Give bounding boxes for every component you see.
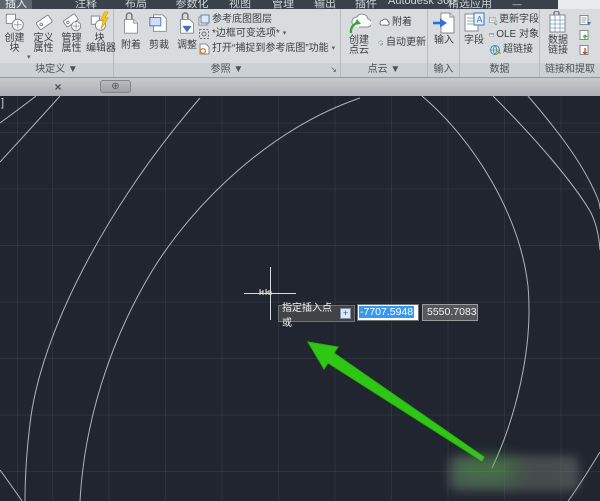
panel-point-cloud: 创建 点云 附着 自动更新 点云 ▼ bbox=[341, 9, 428, 77]
panel-reference: 附着 剪裁 调整 bbox=[114, 9, 341, 77]
panel-label-reference[interactable]: 参照 ▼ bbox=[114, 63, 340, 77]
upload-icon bbox=[579, 29, 591, 41]
frames-icon bbox=[198, 28, 210, 40]
new-tab-icon[interactable]: ⊕ bbox=[100, 80, 131, 93]
dialog-launcher-icon[interactable]: ↘ bbox=[330, 64, 337, 76]
ribbon-tab-bar: 插入 注释 布局 参数化 视图 管理 输出 插件 Autodesk 360 精选… bbox=[0, 0, 600, 9]
import-icon bbox=[432, 11, 456, 35]
adjust-icon bbox=[176, 12, 198, 36]
selected-coordinate-text: -7707.5948 bbox=[359, 306, 414, 318]
ole-object-button[interactable]: OLE 对象 bbox=[489, 28, 539, 41]
tab-plugins[interactable]: 插件 bbox=[352, 0, 380, 9]
panel-label-linking-extraction[interactable]: 链接和提取 bbox=[540, 63, 600, 77]
panel-linking-extraction: 数据 链接 bbox=[540, 9, 600, 77]
file-tab-strip: × ⊕ bbox=[0, 77, 600, 96]
snap-underlay-icon bbox=[198, 43, 210, 55]
coordinate-y-input[interactable]: 5550.7083 bbox=[422, 304, 478, 321]
update-fields-icon bbox=[489, 14, 497, 26]
panel-label-point-cloud[interactable]: 点云 ▼ bbox=[341, 63, 427, 77]
prompt-text: 指定插入点或 bbox=[282, 299, 337, 329]
create-point-cloud-icon bbox=[347, 11, 371, 35]
tab-layout[interactable]: 布局 bbox=[122, 0, 150, 9]
hyperlink-icon bbox=[489, 44, 501, 56]
ole-object-icon bbox=[489, 29, 494, 41]
dynamic-input-options-icon[interactable]: + bbox=[340, 308, 351, 319]
tab-output[interactable]: 输出 bbox=[311, 0, 339, 9]
dynamic-input-prompt: 指定插入点或 + bbox=[278, 305, 355, 322]
clip-icon bbox=[148, 12, 170, 36]
extract-data-icon bbox=[579, 14, 591, 26]
block-ghost bbox=[259, 287, 272, 296]
upload-to-source-button[interactable] bbox=[579, 28, 600, 41]
drawing-canvas[interactable]: ] 指定插入点或 + -7707.5948 5550.7083 bbox=[0, 96, 600, 501]
download-icon bbox=[579, 44, 591, 56]
panel-label-block-definition[interactable]: 块定义 ▼ bbox=[0, 63, 113, 77]
data-link-button[interactable]: 数据 链接 bbox=[543, 11, 573, 56]
attach-button[interactable]: 附着 bbox=[118, 12, 144, 51]
coordinate-x-input[interactable]: -7707.5948 bbox=[357, 304, 419, 321]
define-attributes-button[interactable]: 定义 属性 bbox=[30, 11, 57, 54]
autocad-window: 插入 注释 布局 参数化 视图 管理 输出 插件 Autodesk 360 精选… bbox=[0, 0, 600, 501]
block-editor-button[interactable]: 块 编辑器 bbox=[86, 11, 113, 54]
snap-to-underlay-button[interactable]: 打开“捕捉到参考底图”功能 ▾ bbox=[198, 42, 338, 55]
manage-attributes-button[interactable]: 管理 属性 bbox=[58, 11, 85, 54]
panel-import: 输入 输入 bbox=[428, 9, 460, 77]
create-block-dropdown-caret[interactable]: ▾ bbox=[27, 53, 31, 61]
svg-text:A: A bbox=[477, 15, 483, 25]
field-button[interactable]: A 字段 bbox=[462, 11, 486, 46]
tab-manage[interactable]: 管理 bbox=[269, 0, 297, 9]
import-button[interactable]: 输入 bbox=[432, 11, 456, 46]
titlebar-fragment bbox=[558, 0, 600, 9]
tab-parametric[interactable]: 参数化 bbox=[172, 0, 212, 9]
frames-option-button[interactable]: *边框可变选项* ▾ bbox=[198, 27, 338, 40]
create-block-button[interactable]: 创建 块 bbox=[1, 11, 28, 54]
download-from-source-button[interactable] bbox=[579, 43, 600, 56]
create-block-icon bbox=[4, 11, 26, 33]
manage-attributes-icon bbox=[61, 11, 83, 33]
underlay-layers-button[interactable]: 参考底图图层 bbox=[198, 13, 338, 26]
panel-label-import[interactable]: 输入 bbox=[428, 63, 459, 77]
attach-reference-icon bbox=[120, 12, 142, 36]
point-cloud-attach-button[interactable]: 附着 bbox=[378, 16, 426, 29]
tab-annotate[interactable]: 注释 bbox=[72, 0, 100, 9]
adjust-button[interactable]: 调整 bbox=[174, 12, 200, 51]
data-link-icon bbox=[546, 11, 570, 35]
underlay-layers-icon bbox=[198, 14, 210, 26]
panel-block-definition: 创建 块 ▾ 定义 属性 bbox=[0, 9, 114, 77]
auto-update-button[interactable]: 自动更新 bbox=[378, 36, 426, 49]
hyperlink-button[interactable]: 超链接 bbox=[489, 43, 539, 56]
block-editor-icon bbox=[89, 11, 111, 33]
auto-update-icon bbox=[378, 37, 384, 49]
blurred-watermark bbox=[449, 456, 579, 491]
ribbon-minimize-button[interactable]: — bbox=[510, 0, 524, 9]
update-fields-button[interactable]: 更新字段 bbox=[489, 13, 539, 26]
tab-view[interactable]: 视图 bbox=[226, 0, 254, 9]
panel-data: A 字段 更新字段 OLE 对象 bbox=[460, 9, 540, 77]
ribbon: 创建 块 ▾ 定义 属性 bbox=[0, 9, 600, 77]
create-point-cloud-button[interactable]: 创建 点云 bbox=[344, 11, 374, 56]
field-icon: A bbox=[462, 11, 486, 35]
panel-label-data[interactable]: 数据 bbox=[460, 63, 539, 77]
clip-button[interactable]: 剪裁 bbox=[146, 12, 172, 51]
extract-data-button[interactable] bbox=[579, 13, 600, 26]
tab-featured-apps[interactable]: 精选应用 bbox=[447, 0, 493, 9]
tab-insert[interactable]: 插入 bbox=[0, 0, 32, 9]
define-attributes-icon bbox=[33, 11, 55, 33]
point-cloud-attach-icon bbox=[378, 17, 390, 29]
tab-autodesk-360[interactable]: Autodesk 360 bbox=[388, 0, 444, 9]
close-icon[interactable]: × bbox=[50, 79, 66, 95]
